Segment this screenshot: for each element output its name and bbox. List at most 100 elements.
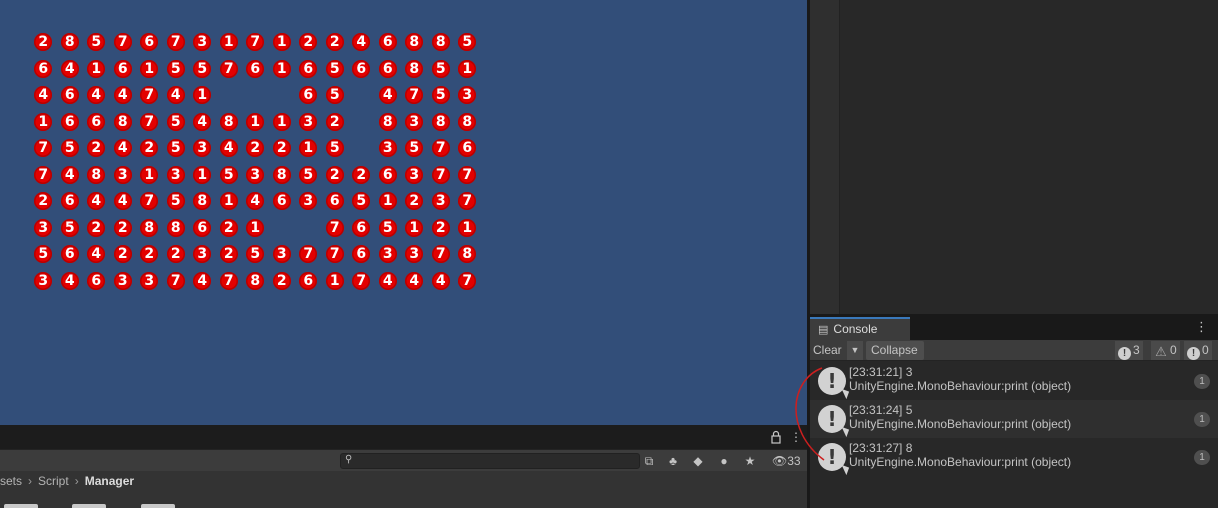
number-ball[interactable]: 2 — [34, 33, 53, 52]
number-ball[interactable]: 6 — [378, 33, 397, 52]
number-ball[interactable]: 5 — [458, 33, 477, 52]
grid-cell[interactable]: 7 — [348, 268, 375, 295]
search-input[interactable]: ⚲ — [340, 453, 640, 469]
grid-cell[interactable]: 2 — [216, 215, 243, 242]
grid-cell[interactable]: 1 — [83, 56, 110, 83]
grid-cell[interactable]: 3 — [269, 241, 296, 268]
grid-cell[interactable]: 8 — [428, 109, 455, 136]
number-ball[interactable]: 7 — [113, 33, 132, 52]
grid-cell[interactable] — [269, 215, 296, 242]
grid-cell[interactable]: 2 — [30, 29, 57, 56]
number-ball[interactable]: 8 — [87, 165, 106, 184]
grid-cell[interactable]: 7 — [454, 268, 481, 295]
number-ball[interactable]: 4 — [113, 139, 132, 158]
number-ball[interactable]: 2 — [325, 165, 344, 184]
grid-cell[interactable]: 1 — [242, 215, 269, 242]
number-ball[interactable]: 7 — [458, 192, 477, 211]
log-entry[interactable]: ! [23:31:24] 5 UnityEngine.MonoBehaviour… — [810, 400, 1218, 438]
info-filter-toggle[interactable]: ! 3 — [1115, 341, 1143, 360]
number-ball[interactable]: 4 — [87, 192, 106, 211]
grid-cell[interactable]: 8 — [454, 241, 481, 268]
grid-cell[interactable]: 1 — [30, 109, 57, 136]
grid-cell[interactable]: 7 — [216, 56, 243, 83]
grid-cell[interactable]: 3 — [189, 29, 216, 56]
grid-cell[interactable]: 5 — [322, 135, 349, 162]
grid-cell[interactable]: 4 — [428, 268, 455, 295]
grid-cell[interactable]: 5 — [57, 215, 84, 242]
grid-cell[interactable]: 7 — [110, 29, 137, 56]
number-ball[interactable]: 7 — [140, 86, 159, 105]
grid-cell[interactable]: 4 — [375, 268, 402, 295]
number-ball[interactable]: 5 — [193, 59, 212, 78]
number-ball[interactable]: 2 — [219, 245, 238, 264]
grid-cell[interactable]: 4 — [110, 82, 137, 109]
grid-cell[interactable] — [269, 82, 296, 109]
number-ball[interactable]: 5 — [219, 165, 238, 184]
number-ball[interactable]: 8 — [405, 59, 424, 78]
number-ball[interactable]: 2 — [352, 165, 371, 184]
grid-cell[interactable]: 5 — [163, 56, 190, 83]
grid-cell[interactable]: 4 — [57, 162, 84, 189]
grid-cell[interactable]: 1 — [189, 162, 216, 189]
grid-cell[interactable]: 6 — [83, 109, 110, 136]
grid-cell[interactable]: 1 — [454, 56, 481, 83]
grid-cell[interactable]: 1 — [136, 56, 163, 83]
number-ball[interactable]: 7 — [299, 245, 318, 264]
grid-cell[interactable]: 4 — [348, 29, 375, 56]
grid-cell[interactable]: 6 — [57, 109, 84, 136]
number-ball[interactable]: 7 — [325, 218, 344, 237]
grid-cell[interactable]: 2 — [428, 215, 455, 242]
grid-cell[interactable]: 8 — [269, 162, 296, 189]
grid-cell[interactable]: 4 — [30, 82, 57, 109]
asset-thumbnail[interactable] — [4, 504, 38, 508]
number-ball[interactable]: 7 — [431, 139, 450, 158]
number-ball[interactable]: 7 — [34, 165, 53, 184]
number-ball[interactable]: 1 — [246, 218, 265, 237]
grid-cell[interactable]: 1 — [401, 215, 428, 242]
number-ball[interactable]: 4 — [113, 192, 132, 211]
grid-cell[interactable]: 6 — [348, 215, 375, 242]
grid-cell[interactable]: 2 — [83, 215, 110, 242]
number-ball[interactable]: 7 — [166, 271, 185, 290]
number-ball[interactable]: 8 — [246, 271, 265, 290]
number-ball[interactable]: 6 — [299, 86, 318, 105]
grid-cell[interactable]: 2 — [136, 135, 163, 162]
number-ball[interactable]: 7 — [219, 59, 238, 78]
grid-cell[interactable]: 7 — [454, 162, 481, 189]
grid-cell[interactable]: 7 — [30, 135, 57, 162]
breadcrumb-item[interactable]: sets — [0, 474, 22, 488]
number-ball[interactable]: 5 — [166, 59, 185, 78]
label-tag-icon[interactable]: ◆ — [690, 453, 706, 469]
number-ball[interactable]: 4 — [378, 271, 397, 290]
number-ball[interactable]: 2 — [299, 33, 318, 52]
grid-cell[interactable]: 8 — [401, 29, 428, 56]
grid-cell[interactable]: 6 — [348, 241, 375, 268]
grid-cell[interactable]: 3 — [30, 268, 57, 295]
grid-cell[interactable]: 5 — [242, 241, 269, 268]
number-ball[interactable]: 4 — [431, 271, 450, 290]
grid-cell[interactable]: 2 — [83, 135, 110, 162]
grid-cell[interactable]: 7 — [322, 215, 349, 242]
number-ball[interactable]: 7 — [34, 139, 53, 158]
number-ball[interactable]: 2 — [140, 245, 159, 264]
number-ball[interactable]: 8 — [378, 112, 397, 131]
number-ball[interactable]: 3 — [405, 245, 424, 264]
number-ball[interactable]: 1 — [193, 165, 212, 184]
collapse-toggle[interactable]: Collapse — [866, 341, 924, 360]
grid-cell[interactable]: 6 — [57, 188, 84, 215]
grid-cell[interactable]: 5 — [454, 29, 481, 56]
number-ball[interactable]: 7 — [166, 33, 185, 52]
grid-cell[interactable]: 3 — [163, 162, 190, 189]
number-ball[interactable]: 2 — [166, 245, 185, 264]
grid-cell[interactable]: 3 — [375, 135, 402, 162]
grid-cell[interactable]: 5 — [163, 135, 190, 162]
grid-cell[interactable] — [216, 82, 243, 109]
grid-cell[interactable]: 3 — [30, 215, 57, 242]
number-ball[interactable]: 4 — [60, 165, 79, 184]
grid-cell[interactable]: 4 — [189, 268, 216, 295]
number-ball[interactable]: 5 — [352, 192, 371, 211]
grid-cell[interactable] — [295, 215, 322, 242]
grid-cell[interactable]: 4 — [401, 268, 428, 295]
number-ball[interactable]: 4 — [166, 86, 185, 105]
grid-cell[interactable] — [348, 109, 375, 136]
